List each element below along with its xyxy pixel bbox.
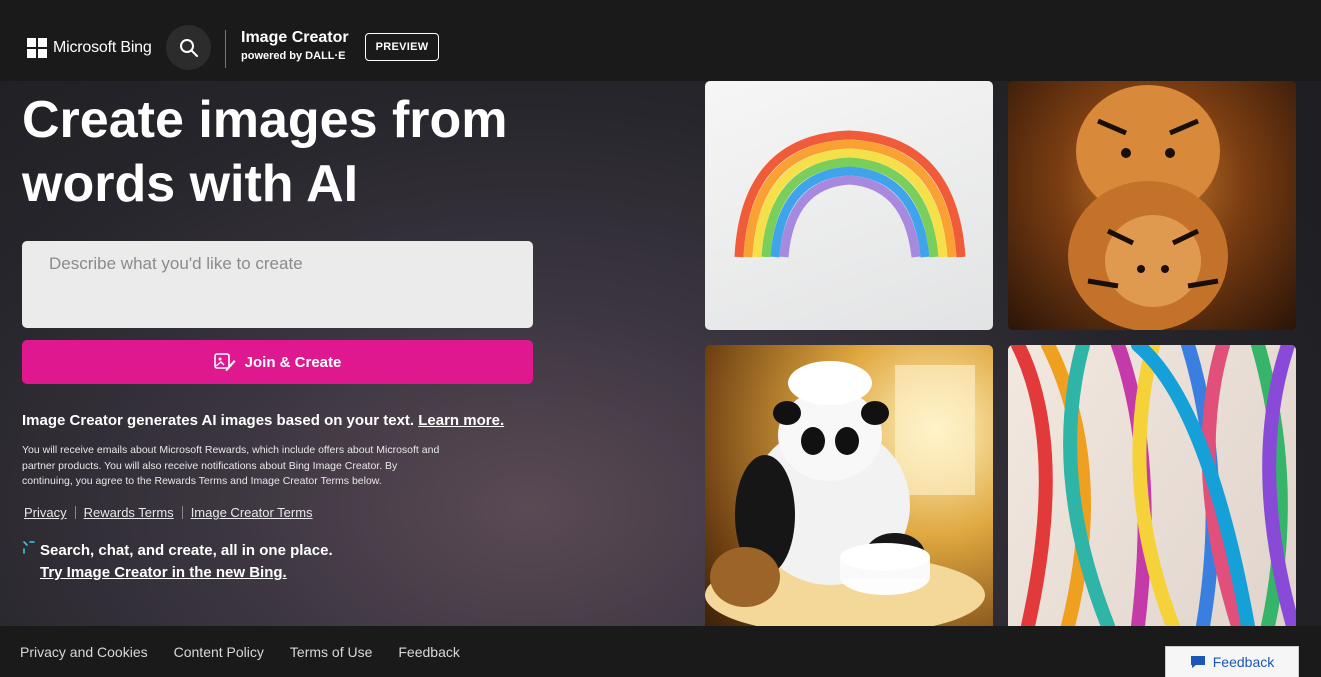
search-button[interactable]	[166, 25, 211, 70]
title-line-2: words with AI	[22, 155, 359, 213]
terms-links: Privacy Rewards Terms Image Creator Term…	[24, 505, 313, 520]
privacy-link[interactable]: Privacy	[24, 505, 67, 520]
rainbow-image-art	[734, 130, 966, 258]
preview-badge: PREVIEW	[365, 33, 439, 61]
tiger-dolls-image[interactable]	[1008, 81, 1296, 330]
ribbons-image-art	[1011, 345, 1296, 626]
join-create-button[interactable]: Join & Create	[22, 340, 533, 384]
info-text: Image Creator generates AI images based …	[22, 412, 504, 429]
footer-privacy-link[interactable]: Privacy and Cookies	[20, 644, 148, 660]
footer-content-policy-link[interactable]: Content Policy	[174, 644, 264, 660]
prompt-input[interactable]	[22, 241, 533, 328]
brand-title: Image Creator	[241, 29, 349, 46]
link-divider	[181, 506, 183, 519]
tiger-dolls-image-art	[1068, 85, 1228, 330]
join-create-label: Join & Create	[244, 353, 342, 371]
title-line-1: Create images from	[22, 91, 508, 149]
footer-terms-link[interactable]: Terms of Use	[290, 644, 372, 660]
header-divider	[225, 30, 226, 68]
feedback-button[interactable]: Feedback	[1165, 646, 1299, 677]
header: Microsoft Bing Image Creator powered by …	[0, 0, 1321, 81]
panda-chef-image[interactable]	[705, 345, 993, 626]
bing-logo[interactable]: Microsoft Bing	[27, 38, 152, 58]
try-new-bing-link[interactable]: Try Image Creator in the new Bing.	[40, 562, 333, 584]
footer-feedback-link[interactable]: Feedback	[398, 644, 459, 660]
panda-chef-image-art	[705, 361, 985, 626]
promo-text: Search, chat, and create, all in one pla…	[40, 542, 333, 559]
ribbons-image[interactable]	[1008, 345, 1296, 626]
image-edit-icon	[213, 353, 236, 371]
sparkle-icon	[23, 541, 35, 554]
image-creator-terms-link[interactable]: Image Creator Terms	[191, 505, 313, 520]
link-divider	[74, 506, 76, 519]
rainbow-image[interactable]	[705, 81, 993, 330]
windows-logo-icon	[27, 38, 47, 58]
footer-links: Privacy and Cookies Content Policy Terms…	[20, 644, 460, 660]
page-title: Create images from words with AI	[22, 88, 582, 216]
brand-subtitle: powered by DALL·E	[241, 50, 346, 62]
learn-more-link[interactable]: Learn more.	[418, 412, 504, 429]
new-bing-promo: Search, chat, and create, all in one pla…	[22, 540, 333, 584]
footer: Privacy and Cookies Content Policy Terms…	[0, 626, 1321, 677]
logo-text: Microsoft Bing	[53, 39, 152, 56]
image-creator-brand[interactable]: Image Creator powered by DALL·E	[241, 29, 349, 62]
feedback-icon	[1190, 656, 1205, 668]
fine-print: You will receive emails about Microsoft …	[22, 444, 440, 487]
rewards-terms-link[interactable]: Rewards Terms	[84, 505, 174, 520]
search-icon	[179, 38, 198, 57]
info-text-body: Image Creator generates AI images based …	[22, 412, 419, 429]
feedback-button-label: Feedback	[1212, 654, 1275, 670]
